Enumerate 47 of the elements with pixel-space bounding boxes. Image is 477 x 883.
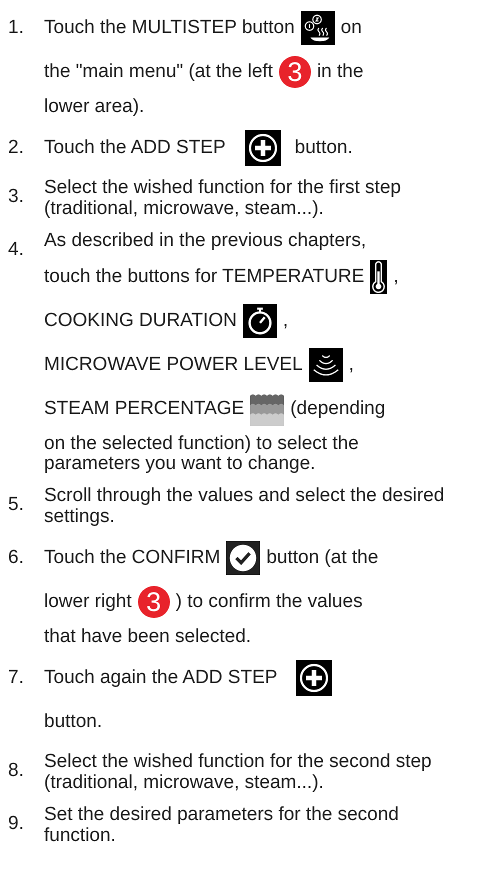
thermometer-icon <box>370 260 388 294</box>
instruction-text: lower area). <box>44 97 146 118</box>
instruction-text: Set the desired parameters for the second function. <box>44 804 400 847</box>
step-number: 1. <box>8 16 25 40</box>
instruction-text: Select the wished function for the second step (traditional, microwave, steam...). <box>44 752 433 794</box>
number-badge: 3 <box>138 586 170 618</box>
steam-level-icon <box>250 392 284 426</box>
instruction-text: on the selected function) to select the parameters you want to change. <box>44 434 360 476</box>
instruction-text: (depending <box>290 398 386 419</box>
step-number: 8. <box>8 759 25 784</box>
instruction-text: lower right <box>44 591 132 612</box>
instruction-text: button. <box>44 711 102 732</box>
number-badge: 3 <box>278 56 311 88</box>
instruction-text: button (at the <box>266 547 378 568</box>
instruction-text: , <box>393 266 399 287</box>
instruction-text: button. <box>294 136 353 158</box>
step-number: 6. <box>8 546 25 570</box>
instruction-text: Touch the MULTISTEP button <box>44 17 295 38</box>
instruction-text: touch the buttons for TEMPERATURE <box>44 266 364 287</box>
instruction-text: Scroll through the values and select the desired settings. <box>44 486 446 528</box>
instruction-text: As described in the previous chapters, <box>44 230 368 252</box>
instruction-text: , <box>282 310 288 331</box>
instruction-text: on <box>340 17 362 38</box>
step-number: 5. <box>8 493 25 518</box>
instruction-text: Select the wished function for the first step (traditional, microwave, steam...). <box>44 178 402 220</box>
add-icon <box>244 130 281 166</box>
step-number: 9. <box>8 812 25 836</box>
instruction-text: STEAM PERCENTAGE <box>44 398 244 419</box>
step-number: 7. <box>8 666 25 690</box>
step-number: 2. <box>8 136 25 160</box>
multistep-icon <box>300 10 335 45</box>
add-icon <box>296 660 332 696</box>
instruction-text: the "main menu" (at the left <box>44 61 273 82</box>
step-number: 3. <box>8 184 25 209</box>
instruction-text: , <box>348 354 354 375</box>
instruction-text: COOKING DURATION <box>44 310 237 331</box>
instruction-text: MICROWAVE POWER LEVEL <box>44 354 303 375</box>
instruction-text: ) to confirm the values <box>176 591 363 612</box>
check-icon <box>226 541 260 576</box>
instruction-text: Touch again the ADD STEP <box>44 667 278 688</box>
step-number: 4. <box>8 238 25 262</box>
instruction-text: Touch the ADD STEP <box>44 136 226 158</box>
instruction-text: Touch the CONFIRM <box>44 547 220 568</box>
stopwatch-icon <box>242 304 277 338</box>
waves-icon <box>308 348 343 382</box>
instruction-text: that have been selected. <box>44 627 252 648</box>
instruction-text: in the <box>316 61 364 82</box>
